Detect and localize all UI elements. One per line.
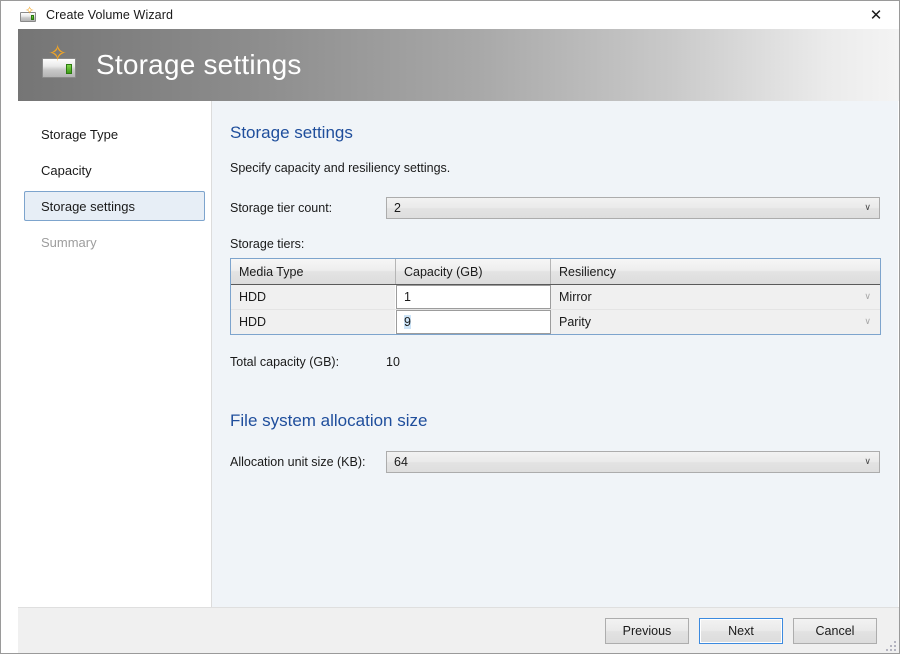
content-description: Specify capacity and resiliency settings…: [230, 161, 880, 175]
sidebar-item-label: Summary: [41, 235, 97, 250]
title-bar: ✧ Create Volume Wizard ✕: [1, 1, 899, 29]
table-row[interactable]: HDD 9 Parity ∨: [231, 310, 880, 334]
allocation-unit-size-value: 64: [394, 455, 408, 469]
cell-media-type: HDD: [231, 310, 396, 334]
page-title: Storage settings: [96, 49, 302, 81]
allocation-unit-size-row: Allocation unit size (KB): 64 ∨: [230, 451, 880, 473]
cell-capacity-input[interactable]: 1: [396, 285, 551, 309]
column-header-media-type: Media Type: [231, 259, 396, 284]
total-capacity-label: Total capacity (GB):: [230, 355, 386, 369]
storage-volume-icon-large: ✧: [38, 45, 80, 85]
sidebar-item-capacity[interactable]: Capacity: [24, 155, 205, 185]
wizard-body: Storage Type Capacity Storage settings S…: [18, 101, 899, 607]
chevron-down-icon: ∨: [864, 317, 871, 327]
table-row[interactable]: HDD 1 Mirror ∨: [231, 285, 880, 310]
sidebar-item-summary: Summary: [24, 227, 205, 257]
table-header-row: Media Type Capacity (GB) Resiliency: [231, 259, 880, 285]
chevron-down-icon: ∨: [864, 203, 871, 213]
chevron-down-icon: ∨: [864, 292, 871, 302]
allocation-section-title: File system allocation size: [230, 411, 880, 431]
cell-resiliency-select[interactable]: Parity ∨: [551, 310, 880, 334]
cell-media-type: HDD: [231, 285, 396, 309]
sidebar-item-storage-type[interactable]: Storage Type: [24, 119, 205, 149]
sidebar-item-label: Capacity: [41, 163, 92, 178]
cell-capacity-input[interactable]: 9: [396, 310, 551, 334]
storage-tier-count-row: Storage tier count: 2 ∨: [230, 197, 880, 219]
wizard-footer: Previous Next Cancel: [18, 607, 899, 653]
resiliency-value: Mirror: [559, 290, 592, 304]
column-header-resiliency: Resiliency: [551, 259, 880, 284]
table-body: HDD 1 Mirror ∨ HDD 9: [231, 285, 880, 334]
wizard-content-pane: Storage settings Specify capacity and re…: [212, 101, 898, 607]
previous-button[interactable]: Previous: [605, 618, 689, 644]
wizard-header: ✧ Storage settings: [18, 29, 899, 101]
capacity-value: 1: [404, 290, 411, 304]
resize-grip[interactable]: [884, 639, 896, 651]
storage-volume-icon: ✧: [18, 6, 38, 24]
close-icon[interactable]: ✕: [853, 1, 899, 28]
cancel-button[interactable]: Cancel: [793, 618, 877, 644]
sidebar-item-label: Storage Type: [41, 127, 118, 142]
allocation-unit-size-select[interactable]: 64 ∨: [386, 451, 880, 473]
storage-tier-count-label: Storage tier count:: [230, 201, 386, 215]
capacity-value: 9: [404, 315, 411, 329]
allocation-unit-size-label: Allocation unit size (KB):: [230, 455, 386, 469]
sidebar-item-label: Storage settings: [41, 199, 135, 214]
storage-tier-count-value: 2: [394, 201, 401, 215]
wizard-steps-sidebar: Storage Type Capacity Storage settings S…: [18, 101, 212, 607]
total-capacity-value: 10: [386, 355, 400, 369]
storage-tier-count-select[interactable]: 2 ∨: [386, 197, 880, 219]
window-title: Create Volume Wizard: [46, 8, 173, 22]
column-header-capacity: Capacity (GB): [396, 259, 551, 284]
sidebar-item-storage-settings[interactable]: Storage settings: [24, 191, 205, 221]
next-button[interactable]: Next: [699, 618, 783, 644]
content-section-title: Storage settings: [230, 123, 880, 143]
total-capacity-row: Total capacity (GB): 10: [230, 355, 880, 369]
chevron-down-icon: ∨: [864, 457, 871, 467]
storage-tiers-label: Storage tiers:: [230, 237, 880, 251]
storage-tiers-table[interactable]: Media Type Capacity (GB) Resiliency HDD …: [230, 258, 881, 335]
cell-resiliency-select[interactable]: Mirror ∨: [551, 285, 880, 309]
resiliency-value: Parity: [559, 315, 591, 329]
create-volume-wizard-window: ✧ Create Volume Wizard ✕ ✧ Storage setti…: [0, 0, 900, 654]
window-left-gutter: [1, 29, 18, 653]
